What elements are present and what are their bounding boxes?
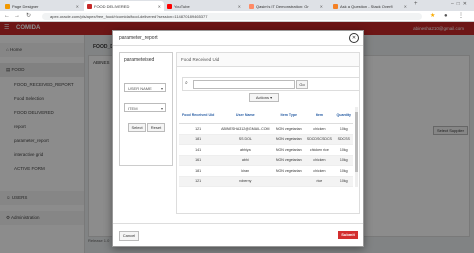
table-cell: kiran (217, 165, 274, 177)
address-bar[interactable]: apex.oracle.com/pls/apex/free_food/r/com… (42, 12, 422, 20)
table-row: 181 SS DOL NON vegetarian SDCDSCSDCS SDCSS (179, 134, 353, 145)
reload-icon[interactable]: ↻ (26, 12, 31, 20)
favicon-icon (5, 3, 10, 9)
new-tab-button[interactable]: + (414, 1, 418, 7)
favicon-icon (87, 3, 92, 9)
table-cell: abhiya (217, 144, 274, 156)
tab-close-icon[interactable]: ✕ (76, 4, 79, 9)
table-cell: 181 (179, 134, 218, 145)
tab-close-icon[interactable]: ✕ (238, 4, 241, 9)
cancel-button[interactable]: Cancel (119, 231, 139, 241)
reset-button[interactable]: Reset (147, 123, 165, 132)
browser-tab-bar: Page Designer ✕ FOOD DELIVERED ✕ YouTube ✕ Qas… (0, 0, 474, 11)
table-cell: SS DOL (217, 134, 274, 145)
table-cell: 161 (179, 155, 218, 166)
table-cell: SDCDSCSDCS (304, 134, 335, 145)
column-header[interactable]: User Name (217, 107, 274, 124)
table-cell: chicken rice (304, 144, 335, 156)
go-button[interactable]: Go (296, 80, 308, 89)
table-cell: chicken (304, 123, 335, 135)
table-cell: NON vegetarian (273, 155, 305, 166)
column-header[interactable]: Food Received Uid (179, 107, 218, 124)
report-table: Food Received Uid User Name Item Type Item Q… (179, 107, 353, 187)
column-header[interactable]: Quantity (334, 107, 353, 124)
tab-label: FOOD DELIVERED (94, 3, 130, 9)
tab-label: Ask a Question - Stack Overfl (340, 3, 393, 9)
parameter-region: parameteised USER NAME ▾ ITEM ▾ Select Res… (119, 52, 173, 166)
table-cell: 141 (179, 144, 218, 156)
favicon-icon (249, 3, 254, 9)
table-cell: 121 (179, 176, 218, 187)
table-cell: rice (304, 176, 335, 187)
browser-tab[interactable]: YouTube ✕ (164, 1, 244, 11)
favicon-icon (167, 3, 172, 9)
tab-close-icon[interactable]: ✕ (320, 4, 323, 9)
parameter-region-title: parameteised (124, 57, 155, 63)
favicon-icon (333, 3, 338, 9)
tab-label: YouTube (174, 3, 190, 9)
table-row: 121 ABINESHA312@GMAIL.COM NON vegetarian ch… (179, 123, 353, 135)
report-title-bar: Food Received Uid (177, 53, 359, 67)
close-icon[interactable]: ✕ (349, 33, 359, 43)
browser-tab[interactable]: Ask a Question - Stack Overfl ✕ (330, 1, 410, 11)
search-input[interactable] (193, 80, 295, 89)
table-cell: 10kg (334, 123, 353, 135)
table-cell: 10kg (334, 155, 353, 166)
table-cell (273, 176, 305, 187)
tab-label: Qasim's IT Demonstration: Gr (256, 3, 309, 9)
address-row: ← → ↻ apex.oracle.com/pls/apex/free_food… (0, 11, 474, 22)
table-cell: 181 (179, 165, 218, 177)
scrollbar[interactable] (355, 107, 358, 187)
user-name-select[interactable]: USER NAME ▾ (124, 83, 166, 92)
report-title: Food Received Uid (181, 57, 220, 62)
tab-label: Page Designer (12, 3, 39, 9)
table-cell: SDCSS (334, 134, 353, 145)
menu-icon[interactable]: ⋮ (458, 12, 464, 20)
table-row: 121 roberny rice 10kg (179, 176, 353, 187)
table-cell: ABINESHA312@GMAIL.COM (217, 123, 274, 135)
star-icon[interactable]: ★ (430, 12, 435, 20)
dialog-footer-divider (113, 223, 363, 224)
parameter-report-dialog: parameter_report ✕ parameteised USER NAM… (112, 30, 364, 247)
chevron-down-icon: ▾ (160, 106, 163, 111)
report-toolbar: ⌕ Go (182, 77, 360, 91)
table-row: 161 abhi NON vegetarian chicken 10kg (179, 155, 353, 166)
divider (113, 45, 363, 46)
scrollbar-thumb[interactable] (355, 112, 358, 172)
back-icon[interactable]: ← (4, 12, 10, 20)
table-cell: chicken (304, 165, 335, 177)
tab-close-icon[interactable]: ✕ (404, 4, 407, 9)
table-cell: roberny (217, 176, 274, 187)
column-header[interactable]: Item Type (273, 107, 305, 124)
item-select[interactable]: ITEM ▾ (124, 103, 166, 112)
table-cell: abhi (217, 155, 274, 166)
browser-tab[interactable]: Page Designer ✕ (2, 1, 82, 11)
forward-icon[interactable]: → (14, 12, 20, 20)
table-cell: 121 (179, 123, 218, 135)
browser-tab[interactable]: Qasim's IT Demonstration: Gr ✕ (246, 1, 326, 11)
table-cell: 10kg (334, 144, 353, 156)
select-button[interactable]: Select (128, 123, 146, 132)
table-cell: 10kg (334, 176, 353, 187)
chevron-down-icon: ▾ (160, 86, 163, 91)
table-row: 141 abhiya NON vegetarian chicken rice 10kg (179, 144, 353, 156)
table-cell: chicken (304, 155, 335, 166)
browser-tab[interactable]: FOOD DELIVERED ✕ (84, 1, 164, 11)
table-cell: NON vegetarian (273, 134, 305, 145)
tab-close-icon[interactable]: ✕ (158, 4, 161, 9)
table-cell: NON vegetarian (273, 144, 305, 156)
table-cell: 10kg (334, 165, 353, 177)
table-cell: NON vegetarian (273, 123, 305, 135)
table-cell: NON vegetarian (273, 165, 305, 177)
table-row: 181 kiran NON vegetarian chicken 10kg (179, 165, 353, 177)
account-icon[interactable]: ● (444, 12, 448, 20)
window-controls[interactable]: –□✕ (451, 1, 470, 7)
submit-button[interactable]: Submit (338, 231, 358, 239)
actions-button[interactable]: Actions ▾ (249, 93, 279, 102)
column-header[interactable]: Item (304, 107, 335, 124)
dialog-title: parameter_report (119, 35, 158, 41)
search-icon[interactable]: ⌕ (185, 80, 188, 86)
